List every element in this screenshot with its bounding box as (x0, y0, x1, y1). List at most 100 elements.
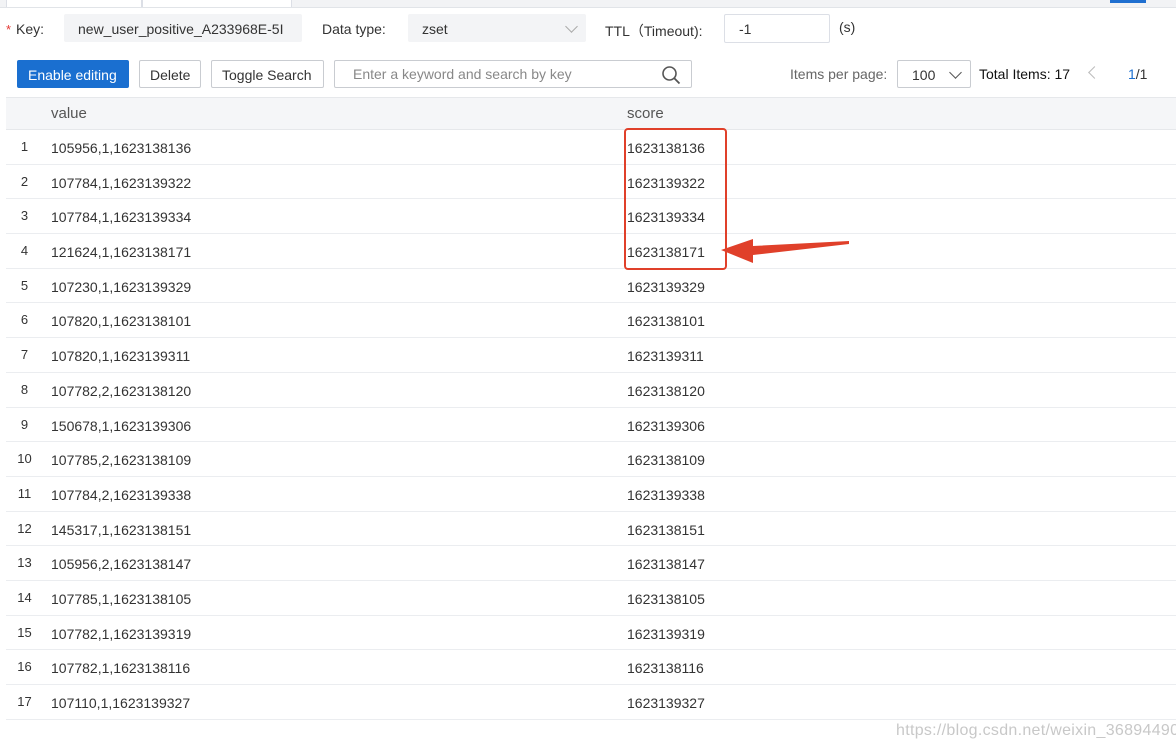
pagination: 1/1 (1128, 66, 1147, 82)
row-value[interactable]: 107784,1,1623139334 (51, 209, 191, 225)
row-index: 15 (17, 624, 32, 640)
row-value[interactable]: 107785,1,1623138105 (51, 591, 191, 607)
data-table: value score 1 105956,1,1623138136 16231381… (6, 97, 1176, 720)
row-score[interactable]: 1623138101 (627, 313, 705, 329)
row-value[interactable]: 107784,2,1623139338 (51, 487, 191, 503)
data-type-label: Data type: (322, 21, 386, 37)
row-index: 16 (17, 659, 32, 675)
row-score[interactable]: 1623139338 (627, 487, 705, 503)
row-value[interactable]: 107782,2,1623138120 (51, 383, 191, 399)
table-row[interactable]: 15 107782,1,1623139319 1623139319 (6, 615, 1176, 651)
row-score[interactable]: 1623138147 (627, 556, 705, 572)
table-body: 1 105956,1,1623138136 1623138136 2 107784,1,… (6, 130, 1176, 720)
row-score[interactable]: 1623138120 (627, 383, 705, 399)
watermark: https://blog.csdn.net/weixin_36894490 (896, 722, 1176, 739)
row-value[interactable]: 107785,2,1623138109 (51, 452, 191, 468)
tab-previous[interactable] (6, 0, 142, 7)
row-score[interactable]: 1623139329 (627, 279, 705, 295)
ttl-unit: (s) (839, 19, 856, 35)
table-header: value score (6, 97, 1176, 130)
data-type-select[interactable]: zset (408, 14, 586, 42)
row-index: 9 (20, 416, 29, 432)
row-value[interactable]: 107782,1,1623138116 (51, 660, 190, 676)
annotation-arrow-icon (721, 239, 849, 263)
table-row[interactable]: 7 107820,1,1623139311 1623139311 (6, 338, 1176, 373)
column-header-score[interactable]: score (627, 105, 664, 122)
row-index: 2 (20, 173, 29, 189)
row-index: 10 (17, 451, 32, 467)
column-header-value[interactable]: value (51, 105, 87, 122)
row-value[interactable]: 107820,1,1623138101 (51, 313, 191, 329)
row-index: 5 (20, 277, 29, 293)
row-index: 7 (20, 347, 29, 363)
row-value[interactable]: 107820,1,1623139311 (51, 348, 190, 364)
table-row[interactable]: 16 107782,1,1623138116 1623138116 (6, 650, 1176, 685)
table-row[interactable]: 5 107230,1,1623139329 1623139329 (6, 268, 1176, 304)
page-current[interactable]: 1 (1128, 66, 1136, 82)
table-row[interactable]: 2 107784,1,1623139322 1623139322 (6, 164, 1176, 200)
row-score[interactable]: 1623138116 (627, 660, 704, 676)
key-row: * Key: new_user_positive_A233968E-5I Dat… (0, 8, 1176, 50)
table-row[interactable]: 12 145317,1,1623138151 1623138151 (6, 511, 1176, 547)
row-score[interactable]: 1623138151 (627, 522, 705, 538)
table-row[interactable]: 14 107785,1,1623138105 1623138105 (6, 580, 1176, 616)
row-score[interactable]: 1623139319 (627, 626, 705, 642)
table-row[interactable]: 10 107785,2,1623138109 1623138109 (6, 442, 1176, 477)
items-per-page-label: Items per page: (790, 66, 888, 82)
row-value[interactable]: 145317,1,1623138151 (51, 522, 191, 538)
table-row[interactable]: 8 107782,2,1623138120 1623138120 (6, 372, 1176, 408)
total-items: Total Items: 17 (979, 66, 1071, 82)
ttl-label: TTL（Timeout): (605, 23, 703, 39)
row-index: 1 (20, 139, 29, 154)
tab-active[interactable] (142, 0, 292, 7)
row-index: 12 (17, 520, 32, 536)
key-name-field[interactable]: new_user_positive_A233968E-5I (64, 14, 302, 42)
items-per-page-value: 100 (912, 67, 936, 83)
row-value[interactable]: 107110,1,1623139327 (51, 695, 190, 711)
chevron-down-icon (565, 20, 578, 33)
row-value[interactable]: 105956,1,1623138136 (51, 140, 191, 156)
search-input[interactable] (335, 61, 681, 87)
table-row[interactable]: 13 105956,2,1623138147 1623138147 (6, 546, 1176, 581)
page-total: /1 (1135, 66, 1148, 82)
row-score[interactable]: 1623138109 (627, 452, 705, 468)
table-row[interactable]: 1 105956,1,1623138136 1623138136 (6, 130, 1176, 165)
row-value[interactable]: 107784,1,1623139322 (51, 175, 191, 191)
toggle-search-button[interactable]: Toggle Search (211, 60, 324, 88)
table-row[interactable]: 17 107110,1,1623139327 1623139327 (6, 685, 1176, 720)
row-index: 3 (20, 208, 29, 224)
table-row[interactable]: 3 107784,1,1623139334 1623139334 (6, 199, 1176, 235)
row-index: 8 (20, 381, 29, 397)
row-value[interactable]: 121624,1,1623138171 (51, 244, 191, 260)
search-icon[interactable] (661, 65, 681, 85)
data-type-value: zset (422, 21, 448, 37)
row-value[interactable]: 107230,1,1623139329 (51, 279, 191, 295)
delete-button[interactable]: Delete (139, 60, 201, 88)
toolbar: Enable editing Delete Toggle Search Item… (0, 52, 1176, 96)
items-per-page-select[interactable]: 100 (897, 60, 971, 88)
row-index: 17 (17, 694, 32, 709)
row-score[interactable]: 1623139311 (627, 348, 704, 364)
row-value[interactable]: 150678,1,1623139306 (51, 418, 191, 434)
row-index: 11 (17, 485, 32, 501)
row-value[interactable]: 105956,2,1623138147 (51, 556, 191, 572)
row-score[interactable]: 1623139327 (627, 695, 705, 711)
table-row[interactable]: 9 150678,1,1623139306 1623139306 (6, 407, 1176, 443)
row-value[interactable]: 107782,1,1623139319 (51, 626, 191, 642)
row-score[interactable]: 1623138105 (627, 591, 705, 607)
tab-accent (1110, 0, 1146, 3)
chevron-left-icon[interactable] (1088, 66, 1101, 79)
search-box (334, 60, 692, 88)
chevron-down-icon (949, 66, 962, 79)
enable-editing-button[interactable]: Enable editing (17, 60, 129, 88)
row-index: 6 (20, 312, 29, 328)
table-row[interactable]: 6 107820,1,1623138101 1623138101 (6, 303, 1176, 339)
ttl-input[interactable]: -1 (724, 14, 830, 43)
row-index: 13 (17, 555, 32, 571)
table-row[interactable]: 4 121624,1,1623138171 1623138171 (6, 234, 1176, 269)
key-label: Key: (16, 21, 45, 37)
row-score[interactable]: 1623139306 (627, 418, 705, 434)
required-marker: * (6, 22, 12, 37)
tab-strip (0, 0, 1176, 8)
table-row[interactable]: 11 107784,2,1623139338 1623139338 (6, 476, 1176, 512)
